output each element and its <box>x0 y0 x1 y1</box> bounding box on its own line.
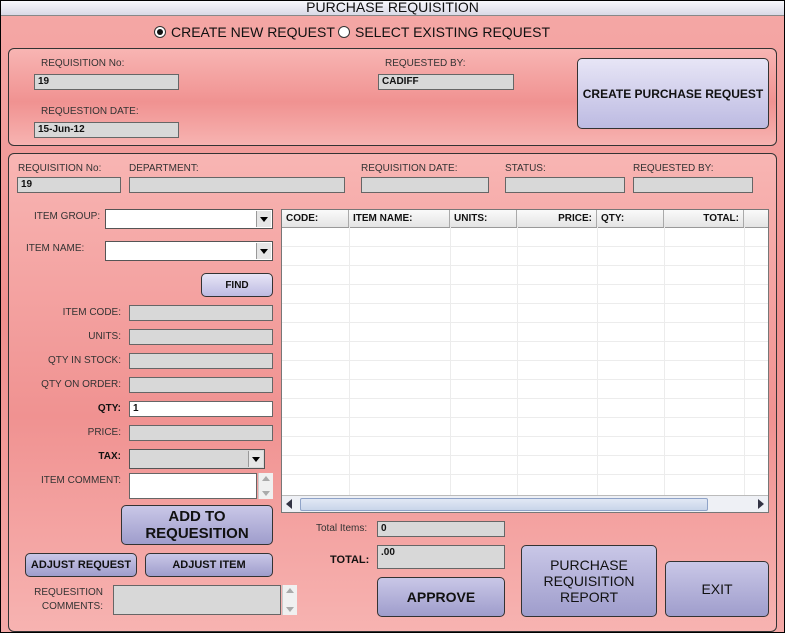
department-field[interactable] <box>129 177 345 193</box>
find-button[interactable]: FIND <box>201 273 273 297</box>
grid-line <box>282 360 768 361</box>
table-horizontal-scrollbar[interactable] <box>282 495 768 512</box>
adjust-request-button[interactable]: ADJUST REQUEST <box>25 553 137 577</box>
col-code[interactable]: CODE: <box>282 210 349 227</box>
create-new-radio[interactable]: CREATE NEW REQUEST <box>154 24 335 40</box>
select-existing-radio[interactable]: SELECT EXISTING REQUEST <box>338 24 550 40</box>
purchase-requisition-report-button[interactable]: PURCHASE REQUISITION REPORT <box>521 545 657 617</box>
radio-selected-icon <box>154 26 166 38</box>
grid-line <box>282 436 768 437</box>
title-bar: PURCHASE REQUISITION <box>1 0 784 16</box>
dropdown-arrow-icon[interactable] <box>256 211 271 227</box>
total-items-label: Total Items: <box>316 523 368 534</box>
requested-by-field[interactable]: CADIFF <box>378 74 514 90</box>
create-purchase-request-button[interactable]: CREATE PURCHASE REQUEST <box>577 58 769 129</box>
purchase-requisition-window: PURCHASE REQUISITION CREATE NEW REQUEST … <box>0 0 785 633</box>
grid-line <box>282 455 768 456</box>
tax-combo[interactable] <box>129 449 265 469</box>
grid-line <box>282 417 768 418</box>
grid-line <box>282 379 768 380</box>
requisition-comments-scrollbar[interactable] <box>282 585 297 615</box>
detail-requested-by-label: REQUESTED BY: <box>633 163 714 174</box>
grid-line <box>282 341 768 342</box>
req-date-field[interactable]: 15-Jun-12 <box>34 122 179 138</box>
total-label: TOTAL: <box>330 554 370 566</box>
create-new-label: CREATE NEW REQUEST <box>171 24 335 40</box>
scroll-down-icon[interactable] <box>286 607 294 612</box>
add-to-requisition-button[interactable]: ADD TO REQUESITION <box>121 505 273 545</box>
qty-on-order-field[interactable] <box>129 377 273 393</box>
grid-line <box>282 303 768 304</box>
detail-req-no-label: REQUISITION No: <box>18 163 102 174</box>
department-label: DEPARTMENT: <box>129 163 199 174</box>
scroll-right-icon[interactable] <box>758 499 764 509</box>
window-title: PURCHASE REQUISITION <box>306 0 479 15</box>
grid-line <box>282 246 768 247</box>
dropdown-arrow-icon[interactable] <box>256 243 271 259</box>
grid-line <box>282 265 768 266</box>
qty-in-stock-field[interactable] <box>129 353 273 369</box>
approve-button[interactable]: APPROVE <box>377 577 505 617</box>
adjust-item-button[interactable]: ADJUST ITEM <box>145 553 273 577</box>
radio-unselected-icon <box>338 26 350 38</box>
item-comment-label: ITEM COMMENT: <box>41 475 121 486</box>
item-comment-field[interactable] <box>129 473 257 499</box>
dropdown-arrow-icon[interactable] <box>248 451 263 467</box>
item-name-combo[interactable] <box>105 241 273 261</box>
req-no-label: REQUISITION No: <box>41 58 125 69</box>
requisition-comments-field[interactable] <box>113 585 281 615</box>
grid-line <box>282 474 768 475</box>
col-total[interactable]: TOTAL: <box>664 210 744 227</box>
qty-field[interactable]: 1 <box>129 401 273 417</box>
scrollbar-thumb[interactable] <box>300 498 708 511</box>
detail-req-no-field[interactable]: 19 <box>17 177 121 193</box>
total-items-field[interactable]: 0 <box>377 521 505 537</box>
item-group-label: ITEM GROUP: <box>34 211 101 222</box>
requested-by-label: REQUESTED BY: <box>385 58 466 69</box>
col-qty[interactable]: QTY: <box>597 210 664 227</box>
scroll-left-icon[interactable] <box>286 499 292 509</box>
units-label: UNITS: <box>88 331 121 342</box>
detail-requested-by-field[interactable] <box>633 177 753 193</box>
scroll-up-icon[interactable] <box>286 588 294 593</box>
units-field[interactable] <box>129 329 273 345</box>
col-units[interactable]: UNITS: <box>450 210 517 227</box>
detail-req-date-field[interactable] <box>361 177 489 193</box>
table-header: CODE: ITEM NAME: UNITS: PRICE: QTY: TOTA… <box>282 210 768 228</box>
grid-line <box>282 398 768 399</box>
qty-on-order-label: QTY ON ORDER: <box>41 379 121 390</box>
total-field[interactable]: .00 <box>377 545 505 569</box>
item-code-label: ITEM CODE: <box>62 307 121 318</box>
items-table[interactable]: CODE: ITEM NAME: UNITS: PRICE: QTY: TOTA… <box>281 209 769 513</box>
requisition-comments-label: REQUESITION COMMENTS: <box>34 587 103 612</box>
item-name-label: ITEM NAME: <box>26 243 85 254</box>
grid-line <box>282 284 768 285</box>
tax-label: TAX: <box>98 451 121 462</box>
req-date-label: REQUESTION DATE: <box>41 106 139 117</box>
req-no-field[interactable]: 19 <box>34 74 179 90</box>
price-label: PRICE: <box>87 427 121 438</box>
col-price[interactable]: PRICE: <box>517 210 597 227</box>
item-comment-scrollbar[interactable] <box>258 473 273 499</box>
status-field[interactable] <box>505 177 625 193</box>
grid-line <box>282 322 768 323</box>
item-group-combo[interactable] <box>105 209 273 229</box>
status-label: STATUS: <box>505 163 546 174</box>
request-header-panel: REQUISITION No: 19 REQUESTION DATE: 15-J… <box>8 48 777 146</box>
detail-req-date-label: REQUISITION DATE: <box>361 163 458 174</box>
select-existing-label: SELECT EXISTING REQUEST <box>355 24 551 40</box>
scroll-up-icon[interactable] <box>262 476 270 481</box>
scroll-down-icon[interactable] <box>262 491 270 496</box>
item-code-field[interactable] <box>129 305 273 321</box>
price-field[interactable] <box>129 425 273 441</box>
col-item-name[interactable]: ITEM NAME: <box>349 210 450 227</box>
exit-button[interactable]: EXIT <box>665 561 769 617</box>
qty-label: QTY: <box>97 403 121 414</box>
qty-in-stock-label: QTY IN STOCK: <box>48 355 121 366</box>
